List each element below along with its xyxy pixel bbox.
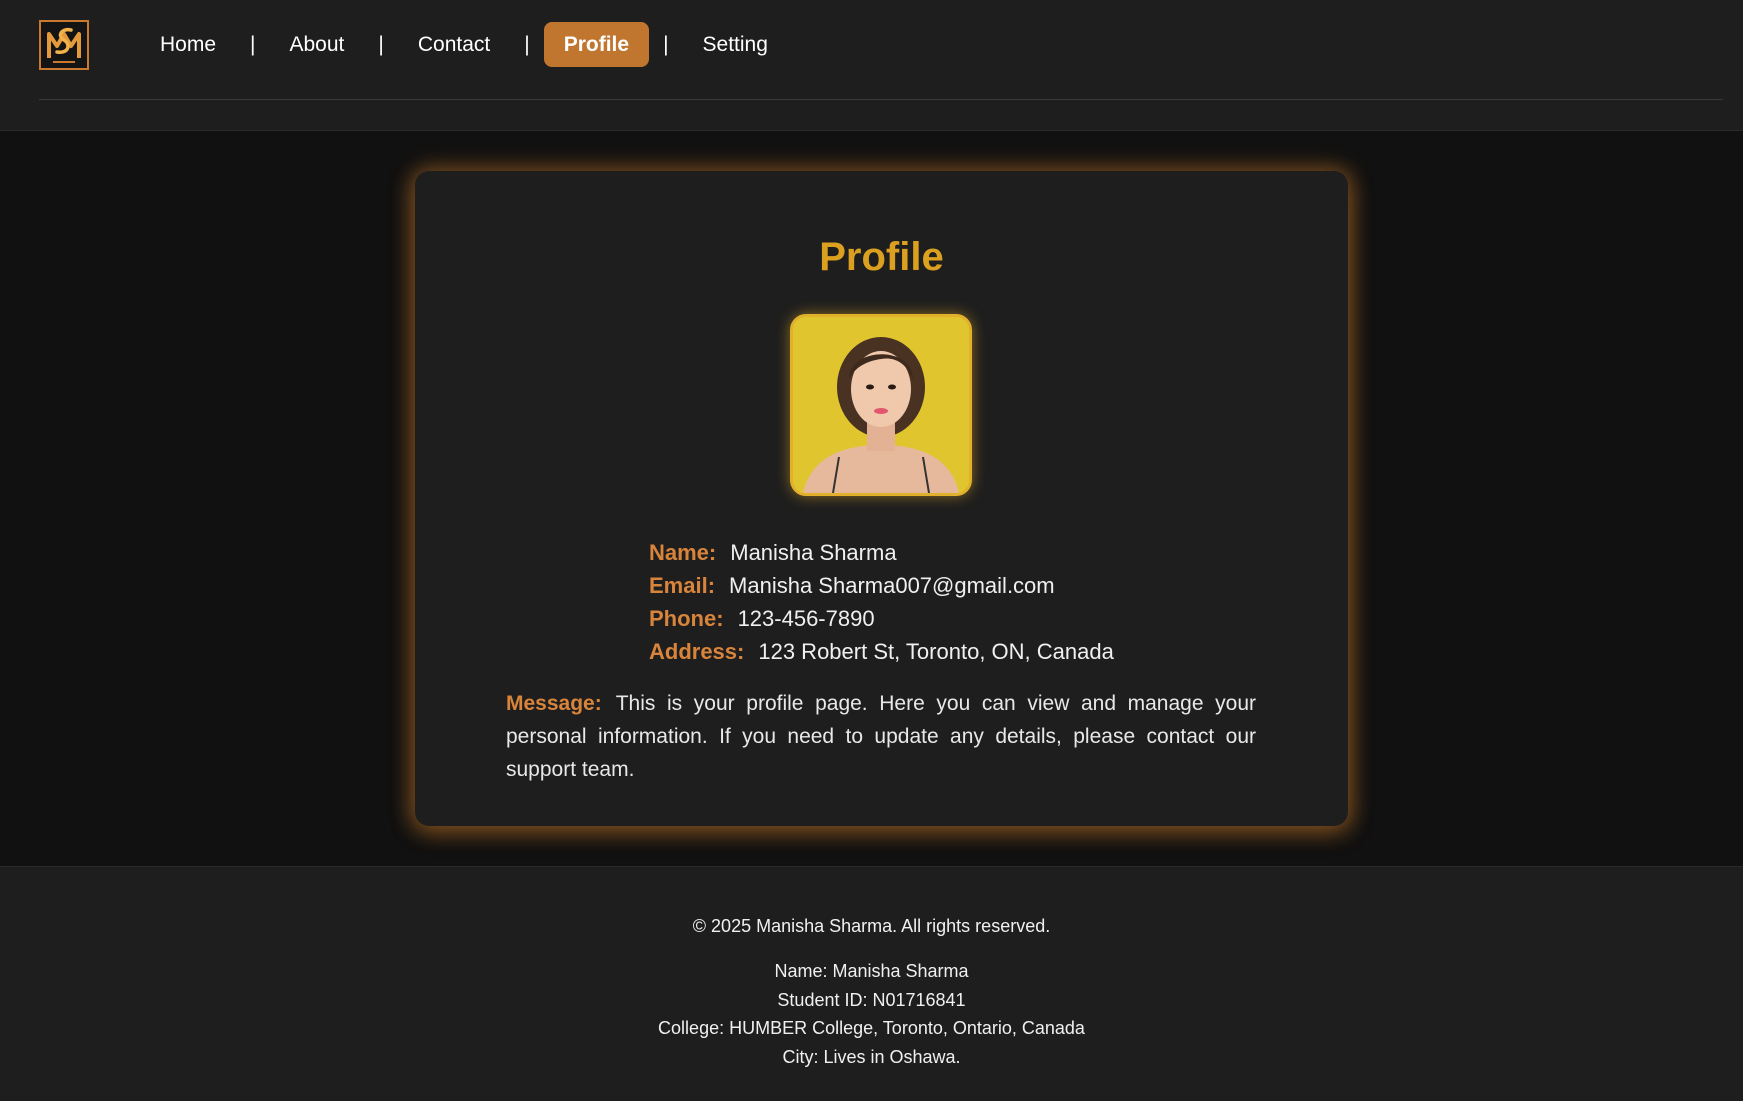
nav-separator: | [663,33,669,56]
address-value: 123 Robert St, Toronto, ON, Canada [758,639,1114,664]
ms-monogram-logo-icon[interactable] [39,20,89,70]
nav-separator: | [378,33,384,56]
main-nav: Home | About | Contact | Profile | Setti… [140,22,788,67]
top-header: Home | About | Contact | Profile | Setti… [0,0,1743,131]
name-row: Name: Manisha Sharma [649,536,1114,569]
address-row: Address: 123 Robert St, Toronto, ON, Cana… [649,635,1114,668]
name-label: Name: [649,540,717,565]
message-text: This is your profile page. Here you can … [506,692,1256,781]
footer-city: City: Lives in Oshawa. [782,1046,961,1067]
nav-separator: | [250,33,256,56]
email-label: Email: [649,573,716,598]
message-label: Message: [506,692,602,715]
address-label: Address: [649,639,745,664]
profile-photo-icon [793,317,969,493]
nav-profile[interactable]: Profile [543,22,650,67]
page-footer: © 2025 Manisha Sharma. All rights reserv… [0,866,1743,1101]
footer-student-info: Name: Manisha Sharma Student ID: N017168… [0,957,1743,1071]
profile-details: Name: Manisha Sharma Email: Manisha Sharma… [649,536,1114,668]
footer-college: College: HUMBER College, Toronto, Ontari… [658,1018,1085,1038]
phone-label: Phone: [649,606,724,631]
footer-student-id: Student ID: N01716841 [777,989,966,1010]
page-title: Profile [819,235,944,279]
profile-card: Profile Name: Manisha Sharma Email: Mani… [415,171,1348,826]
copyright-text: © 2025 Manisha Sharma. All rights reserv… [692,916,1051,936]
name-value: Manisha Sharma [730,540,897,565]
email-value: Manisha Sharma007@gmail.com [729,573,1055,598]
avatar [790,314,972,496]
header-divider [39,99,1723,100]
phone-value: 123-456-7890 [737,606,875,631]
nav-setting[interactable]: Setting [683,22,788,67]
nav-contact[interactable]: Contact [398,22,510,67]
footer-name: Name: Manisha Sharma [774,961,969,981]
profile-message: Message: This is your profile page. Here … [506,687,1256,786]
nav-about[interactable]: About [270,22,365,67]
email-row: Email: Manisha Sharma007@gmail.com [649,569,1114,602]
nav-home[interactable]: Home [140,22,236,67]
phone-row: Phone: 123-456-7890 [649,602,1114,635]
nav-separator: | [524,33,530,56]
